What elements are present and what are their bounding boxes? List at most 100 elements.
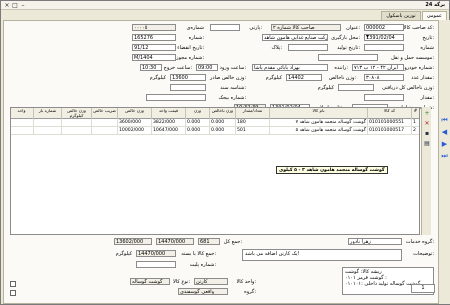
maximize-icon[interactable]: □ bbox=[11, 2, 19, 9]
pallet-field[interactable] bbox=[364, 94, 404, 101]
cell-unit bbox=[11, 127, 33, 135]
party-field[interactable] bbox=[210, 24, 240, 31]
date-field[interactable]: 1391/02/04 bbox=[364, 34, 404, 41]
delete-icon[interactable]: ✕ bbox=[422, 119, 432, 128]
net-unit: کیلوگرم bbox=[149, 75, 166, 81]
checkbox-b[interactable] bbox=[10, 290, 16, 296]
cell-price: 3822/000 bbox=[151, 119, 185, 127]
value-field[interactable]: ٣٠٨٠٨ bbox=[364, 74, 404, 81]
receipt-no-label: شماره: bbox=[188, 35, 204, 41]
tab-weighbridge[interactable]: توزین باسکول bbox=[381, 11, 421, 20]
pallet-label: مقدار: bbox=[420, 95, 434, 101]
record-navigator: ⏮ ◀ ▶ ⏭ bbox=[439, 20, 450, 304]
party-label: پارتی: bbox=[249, 25, 262, 31]
kind-field: گوشت گوساله bbox=[130, 278, 170, 285]
cell-price: 10647/000 bbox=[151, 127, 185, 135]
cell-w2: 0.000 bbox=[185, 119, 209, 127]
app-window: برگه 24 × □ – عمومی توزین باسکول کد صاحب… bbox=[0, 0, 450, 305]
print-icon[interactable]: ▤ bbox=[422, 139, 432, 148]
cell-idx: 2 bbox=[411, 127, 419, 135]
desc-label: توضیحات: bbox=[413, 251, 434, 257]
add-icon[interactable]: + bbox=[422, 109, 432, 118]
kind-label: نوع کالا: bbox=[173, 279, 190, 285]
pallet-no-field[interactable] bbox=[136, 261, 176, 268]
minimize-icon[interactable]: – bbox=[19, 2, 27, 9]
next-record-icon[interactable]: ▶ bbox=[440, 140, 449, 149]
order-label: تاریخ انقضاء: bbox=[177, 45, 204, 51]
tax-field[interactable] bbox=[288, 44, 328, 51]
tab-general[interactable]: عمومی bbox=[421, 11, 447, 20]
doc-code-label: کد صاحب کالا: bbox=[403, 25, 434, 31]
value-label: مقدار عدد: bbox=[411, 75, 434, 81]
cell-qty: 501 bbox=[235, 127, 269, 135]
last-record-icon[interactable]: ⏭ bbox=[440, 152, 449, 161]
col-w1[interactable]: وزن ناخالص bbox=[209, 108, 235, 119]
cell-code: 010101000551 bbox=[367, 119, 411, 127]
cell-qty: 180 bbox=[235, 119, 269, 127]
total-label: جمع کل: bbox=[223, 239, 242, 245]
col-w2[interactable]: وزن bbox=[185, 108, 209, 119]
gross-field[interactable]: 14402 bbox=[286, 74, 322, 81]
cell-code: 010101000517 bbox=[367, 127, 411, 135]
entry-no-field[interactable] bbox=[146, 94, 206, 101]
main-panel: کد صاحب کالا: 000002 عنوان: صاحب کالا شم… bbox=[3, 20, 439, 304]
col-net[interactable]: وزن خالص bbox=[117, 108, 151, 119]
save-icon[interactable]: ▪ bbox=[422, 129, 432, 138]
manufacturer-label: موسسه حمل و نقل: bbox=[391, 55, 434, 61]
doc-code-field[interactable]: 000002 bbox=[364, 24, 404, 31]
sum-field: 14470/000 bbox=[136, 250, 176, 257]
col-coef[interactable]: ضریب خالص bbox=[91, 108, 117, 119]
unit-label: واحد کالا: bbox=[236, 279, 256, 285]
exit-time-field[interactable]: 10:30 bbox=[140, 64, 162, 71]
close-icon[interactable]: × bbox=[3, 2, 11, 9]
load-place-field[interactable]: شرکت صنایع غذایی هامون شاهد bbox=[262, 34, 328, 41]
date-label: تاریخ: bbox=[422, 35, 434, 41]
checkbox-a[interactable] bbox=[10, 281, 16, 287]
cell-coef bbox=[91, 119, 117, 127]
table-row[interactable]: 1 010101000551 گوشت گوساله منجمد هامون ش… bbox=[11, 119, 419, 127]
gross-unit: کیلوگرم bbox=[265, 75, 282, 81]
receipt-no-field[interactable]: 165276 bbox=[132, 34, 176, 41]
vehicle-label: شماره خودرو: bbox=[404, 65, 434, 71]
shipment-no-field[interactable] bbox=[364, 44, 404, 51]
cell-idx: 1 bbox=[411, 119, 419, 127]
col-name[interactable]: نام کالا bbox=[269, 108, 367, 119]
exit-time-label: ساعت خروج: bbox=[163, 65, 192, 71]
cell-netkg bbox=[61, 119, 91, 127]
order-field[interactable]: 91/12 bbox=[132, 44, 176, 51]
total-qty-field: 681 bbox=[198, 238, 220, 245]
bill-label: شناسه سند: bbox=[220, 85, 246, 91]
owner-title-label: عنوان: bbox=[346, 25, 360, 31]
col-unit[interactable]: واحد bbox=[11, 108, 33, 119]
cell-load bbox=[33, 119, 61, 127]
first-record-icon[interactable]: ⏮ bbox=[440, 116, 449, 125]
permit-field[interactable]: M/1404 bbox=[132, 54, 176, 61]
col-price[interactable]: قیمت واحد bbox=[151, 108, 185, 119]
title-bar: برگه 24 × □ – bbox=[1, 1, 449, 10]
bill-field[interactable] bbox=[170, 84, 206, 91]
vehicle-field[interactable]: ایران ۴۲ - ۱۲ ب ۷۱۳ bbox=[352, 64, 404, 71]
net-field[interactable]: 13600 bbox=[170, 74, 206, 81]
col-idx[interactable]: # bbox=[411, 108, 419, 119]
desc-field[interactable]: یک کارتن اضافه می باشد! bbox=[242, 249, 402, 261]
total-weight-field[interactable] bbox=[338, 84, 374, 91]
sum-unit: کیلوگرم bbox=[115, 251, 132, 257]
shipment-no-label: شماره bbox=[420, 45, 434, 51]
prev-record-icon[interactable]: ◀ bbox=[440, 128, 449, 137]
driver-field[interactable]: بهزاد بابائی مقدم پاشا bbox=[252, 64, 328, 71]
col-netkg[interactable]: وزن خالص کیلوگرم bbox=[61, 108, 91, 119]
owner-title-field: صاحب کالا شماره ۲ bbox=[271, 24, 341, 31]
total-weight-label: وزن ناخالص کل دریافتی: bbox=[382, 85, 434, 91]
manufacturer-field[interactable] bbox=[318, 54, 378, 61]
col-qty[interactable]: تعداد/مقدار bbox=[235, 108, 269, 119]
entry-time-field[interactable]: 09:00 bbox=[196, 64, 218, 71]
col-code[interactable]: کد کالا bbox=[367, 108, 411, 119]
load-place-label: محل بارگیری: bbox=[331, 35, 360, 41]
gross-label: وزن ناخالص: bbox=[329, 75, 356, 81]
col-load[interactable]: شماره بار bbox=[33, 108, 61, 119]
category-field: واقعی گوسفندی bbox=[178, 288, 228, 295]
unit-field: کارتن bbox=[194, 278, 228, 285]
table-row[interactable]: 2 010101000517 گوشت گوساله منجمد هامون ش… bbox=[11, 127, 419, 135]
tax-label: تاریخ تولید: bbox=[337, 45, 360, 51]
group-field[interactable]: زهرا نادور bbox=[348, 238, 402, 245]
